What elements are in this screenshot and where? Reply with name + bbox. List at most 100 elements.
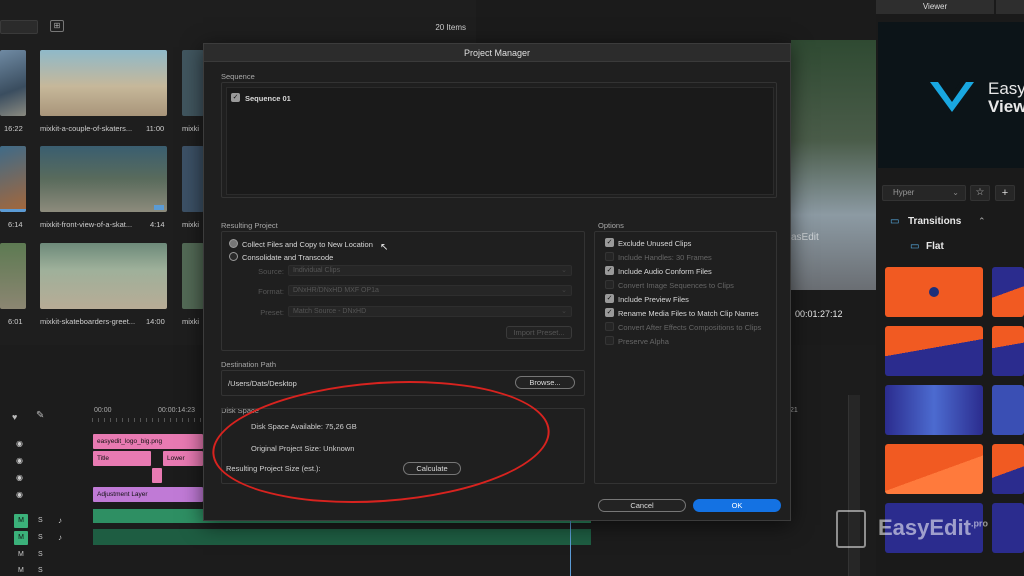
- transition-tile[interactable]: [885, 444, 983, 494]
- mute-button[interactable]: M: [18, 551, 24, 558]
- option-checkbox[interactable]: [605, 252, 614, 261]
- eye-icon[interactable]: ◉: [16, 439, 23, 448]
- transition-tile[interactable]: [885, 385, 983, 435]
- transition-tile[interactable]: [992, 326, 1024, 376]
- option-checkbox[interactable]: ✓: [605, 308, 614, 317]
- bin-thumbnail[interactable]: [0, 50, 26, 116]
- format-value: DNxHR/DNxHD MXF OP1a: [293, 287, 379, 294]
- bin-thumbnail[interactable]: [0, 243, 26, 309]
- bin-search-input[interactable]: [0, 20, 38, 34]
- solo-button[interactable]: S: [38, 534, 43, 541]
- clip-title[interactable]: Title: [93, 451, 151, 466]
- option-label[interactable]: Rename Media Files to Match Clip Names: [618, 309, 758, 318]
- section-transitions[interactable]: Transitions: [908, 216, 961, 227]
- sequence-checkbox[interactable]: ✓: [231, 93, 240, 102]
- consolidate-label[interactable]: Consolidate and Transcode: [242, 253, 333, 262]
- thumb-label: mixki: [182, 317, 200, 326]
- clip-lower[interactable]: Lower: [163, 451, 203, 466]
- bin-thumbnail[interactable]: [40, 146, 167, 212]
- transition-tile[interactable]: [992, 267, 1024, 317]
- transition-tile[interactable]: [992, 444, 1024, 494]
- preset-select[interactable]: Match Source - DNxHD ⌄: [288, 306, 572, 317]
- import-preset-button[interactable]: Import Preset...: [506, 326, 572, 339]
- mic-icon[interactable]: ♪: [58, 533, 62, 542]
- timeline-ruler[interactable]: [92, 418, 202, 422]
- format-label: Format:: [258, 287, 284, 296]
- bin-thumbnail[interactable]: [182, 50, 204, 116]
- collapse-chevron-icon[interactable]: ⌃: [978, 216, 986, 227]
- ok-button[interactable]: OK: [693, 499, 781, 512]
- marker-icon[interactable]: ♥: [12, 412, 17, 422]
- mute-button[interactable]: M: [18, 567, 24, 574]
- thumb-label: mixkit-front-view-of-a-skat...: [40, 220, 133, 229]
- timeline-scrollbar[interactable]: [848, 395, 860, 576]
- watermark-sup: .pro: [970, 518, 988, 529]
- option-checkbox[interactable]: [605, 336, 614, 345]
- playhead[interactable]: [570, 521, 571, 576]
- bin-thumbnail[interactable]: [182, 243, 204, 309]
- eye-icon[interactable]: ◉: [16, 456, 23, 465]
- new-bin-icon[interactable]: ⊞: [50, 20, 64, 32]
- options-group: ✓ Exclude Unused Clips Include Handles: 30…: [594, 231, 777, 484]
- bin-thumbnail[interactable]: [0, 146, 26, 212]
- solo-button[interactable]: S: [38, 517, 43, 524]
- transition-tile[interactable]: [992, 385, 1024, 435]
- collect-files-label[interactable]: Collect Files and Copy to New Location: [242, 240, 373, 249]
- option-label[interactable]: Convert After Effects Compositions to Cl…: [618, 323, 761, 332]
- clip-lower-label: Lower: [167, 455, 185, 462]
- cancel-button[interactable]: Cancel: [598, 499, 686, 512]
- mute-button[interactable]: M: [14, 514, 28, 528]
- option-checkbox[interactable]: ✓: [605, 238, 614, 247]
- option-label[interactable]: Convert Image Sequences to Clips: [618, 281, 734, 290]
- option-label[interactable]: Include Preview Files: [618, 295, 689, 304]
- mic-icon[interactable]: ♪: [58, 516, 62, 525]
- transition-tile[interactable]: [885, 326, 983, 376]
- option-checkbox[interactable]: ✓: [605, 294, 614, 303]
- sequence-list: ✓ Sequence 01: [221, 82, 777, 198]
- eye-icon[interactable]: ◉: [16, 490, 23, 499]
- folder-icon: ▭: [890, 216, 900, 227]
- audio-track-clip[interactable]: [93, 529, 591, 545]
- tab-viewer[interactable]: Viewer: [876, 0, 994, 14]
- subsection-flat[interactable]: Flat: [926, 241, 944, 252]
- bin-thumbnail[interactable]: [182, 146, 204, 212]
- clip-logo[interactable]: easyedit_logo_big.png: [93, 434, 203, 449]
- browse-button[interactable]: Browse...: [515, 376, 575, 389]
- eye-icon[interactable]: ◉: [16, 473, 23, 482]
- solo-button[interactable]: S: [38, 551, 43, 558]
- clip-spacer[interactable]: [152, 468, 162, 483]
- clip-title-label: Title: [97, 455, 110, 462]
- option-checkbox[interactable]: [605, 322, 614, 331]
- mouse-cursor-icon: ↖: [380, 242, 389, 253]
- option-label[interactable]: Include Audio Conform Files: [618, 267, 712, 276]
- sequence-row[interactable]: ✓ Sequence 01: [226, 87, 774, 195]
- transition-tile[interactable]: [992, 503, 1024, 553]
- mute-button[interactable]: M: [14, 531, 28, 545]
- option-checkbox[interactable]: [605, 280, 614, 289]
- option-checkbox[interactable]: ✓: [605, 266, 614, 275]
- thumb-label: mixki: [182, 124, 200, 133]
- source-label: Source:: [258, 267, 284, 276]
- add-icon[interactable]: +: [995, 185, 1015, 201]
- format-select[interactable]: DNxHR/DNxHD MXF OP1a ⌄: [288, 285, 572, 296]
- thumb-label: mixkit-a-couple-of-skaters...: [40, 124, 133, 133]
- option-label[interactable]: Exclude Unused Clips: [618, 239, 691, 248]
- preset-dropdown[interactable]: Hyper ⌄: [882, 185, 966, 201]
- option-label[interactable]: Preserve Alpha: [618, 337, 669, 346]
- thumb-duration: 4:14: [150, 220, 165, 229]
- brand-name-2: View: [988, 97, 1024, 116]
- solo-button[interactable]: S: [38, 567, 43, 574]
- consolidate-radio[interactable]: [229, 252, 238, 261]
- bin-thumbnail[interactable]: [40, 50, 167, 116]
- collect-files-radio[interactable]: [229, 239, 238, 248]
- clip-adjustment[interactable]: Adjustment Layer: [93, 487, 203, 502]
- resulting-project-group: Collect Files and Copy to New Location ↖…: [221, 231, 585, 351]
- source-select[interactable]: Individual Clips ⌄: [288, 265, 572, 276]
- clip-logo-label: easyedit_logo_big.png: [97, 438, 163, 445]
- wrench-icon[interactable]: ✎: [36, 410, 44, 421]
- favorite-star-icon[interactable]: ☆: [970, 185, 990, 201]
- panel-close-button[interactable]: [996, 0, 1024, 14]
- bin-thumbnail[interactable]: [40, 243, 167, 309]
- option-label[interactable]: Include Handles: 30 Frames: [618, 253, 712, 262]
- transition-tile[interactable]: [885, 267, 983, 317]
